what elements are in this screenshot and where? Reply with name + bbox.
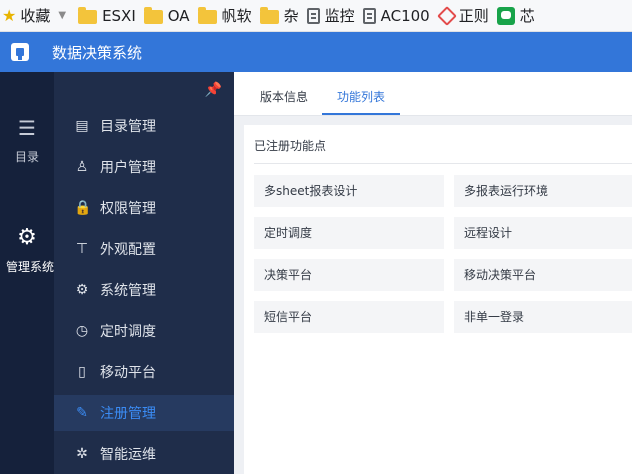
sidebar-item-users[interactable]: ♙ 用户管理 <box>54 149 234 185</box>
sidebar-item-ops[interactable]: ✲ 智能运维 <box>54 436 234 472</box>
sidebar-item-schedule[interactable]: ◷ 定时调度 <box>54 313 234 349</box>
settings-icon: ⚙ <box>75 282 89 298</box>
sidebar-item-permissions[interactable]: 🔒 权限管理 <box>54 190 234 226</box>
feature-item: 短信平台 <box>254 301 444 333</box>
sidebar-item-mobile[interactable]: ▯ 移动平台 <box>54 354 234 390</box>
tab-version-info[interactable]: 版本信息 <box>260 88 308 105</box>
list-icon: ☰ <box>18 116 36 140</box>
page-icon <box>306 7 320 24</box>
bookmark-label: 帆软 <box>221 7 252 25</box>
feature-item: 决策平台 <box>254 259 444 291</box>
page-icon <box>362 7 376 24</box>
feature-item: 多报表运行环境 <box>454 175 632 207</box>
bookmark-misc[interactable]: 杂 <box>259 0 307 31</box>
regex-icon <box>436 5 457 26</box>
bookmark-label: 芯 <box>519 7 535 25</box>
app-title: 数据决策系统 <box>52 43 143 62</box>
bookmark-label: ESXI <box>102 6 136 25</box>
panel-title: 已注册功能点 <box>254 139 327 153</box>
sidebar-item-label: 用户管理 <box>100 160 156 176</box>
app-logo-icon[interactable] <box>10 42 30 62</box>
bookmark-regex[interactable]: 正则 <box>436 0 497 31</box>
nav-rail: ☰ 目录 ⚙ 管理系统 <box>0 72 54 474</box>
sidebar-item-catalog[interactable]: ▤ 目录管理 <box>54 108 234 144</box>
feature-item: 移动决策平台 <box>454 259 632 291</box>
sidebar-item-label: 移动平台 <box>100 365 156 381</box>
feature-item: 多sheet报表设计 <box>254 175 444 207</box>
active-tab-indicator <box>322 113 400 115</box>
bookmark-label: AC100 <box>380 6 430 25</box>
divider <box>254 163 632 164</box>
sidebar-item-label: 外观配置 <box>100 242 156 258</box>
star-icon[interactable]: ★ <box>2 6 16 25</box>
catalog-icon: ▤ <box>75 118 89 134</box>
rail-item-catalog[interactable]: ☰ 目录 <box>0 118 54 165</box>
bookmark-label: 正则 <box>458 7 489 25</box>
lock-icon: 🔒 <box>74 200 92 216</box>
main-content: 版本信息 功能列表 已注册功能点 多sheet报表设计 多报表运行环境 定时调度… <box>234 72 632 474</box>
bookmark-favorites[interactable]: 收藏 <box>20 5 50 26</box>
chevron-down-icon[interactable]: ▼ <box>58 10 66 21</box>
feature-item: 定时调度 <box>254 217 444 249</box>
mobile-icon: ▯ <box>78 364 86 380</box>
bookmark-label: 杂 <box>283 7 299 25</box>
tab-bar: 版本信息 功能列表 <box>234 72 632 116</box>
rail-item-label: 管理系统 <box>5 260 54 274</box>
folder-icon <box>143 6 163 24</box>
sidebar-item-system[interactable]: ⚙ 系统管理 <box>54 272 234 308</box>
bookmark-label: OA <box>167 6 190 25</box>
sidebar-item-appearance[interactable]: ⊤ 外观配置 <box>54 231 234 267</box>
rail-item-label: 目录 <box>14 150 39 164</box>
sidebar-item-label: 智能运维 <box>100 447 156 463</box>
pin-icon[interactable]: 📌 <box>205 82 222 98</box>
paint-roller-icon: ⊤ <box>75 241 89 257</box>
sidebar-menu: 📌 ▤ 目录管理 ♙ 用户管理 🔒 权限管理 ⊤ 外观配置 ⚙ 系统管理 ◷ 定… <box>54 72 234 474</box>
bookmark-ac100[interactable]: AC100 <box>362 0 438 31</box>
rail-item-management[interactable]: ⚙ 管理系统 <box>0 225 54 275</box>
sidebar-item-register[interactable]: ✎ 注册管理 <box>54 395 234 431</box>
sidebar-item-label: 系统管理 <box>100 283 156 299</box>
bookmark-label: 监控 <box>324 7 355 25</box>
sidebar-item-label: 定时调度 <box>100 324 156 340</box>
tab-feature-list[interactable]: 功能列表 <box>337 88 385 105</box>
folder-icon <box>78 6 98 24</box>
network-icon: ✲ <box>76 446 88 462</box>
bookmark-oa[interactable]: OA <box>143 0 198 31</box>
app-header: 数据决策系统 <box>0 32 632 72</box>
sidebar-item-label: 目录管理 <box>100 119 156 135</box>
feature-panel: 已注册功能点 多sheet报表设计 多报表运行环境 定时调度 远程设计 决策平台… <box>244 125 632 474</box>
timer-icon: ◷ <box>75 323 89 339</box>
sidebar-item-label: 权限管理 <box>100 201 156 217</box>
feature-item: 远程设计 <box>454 217 632 249</box>
green-app-icon <box>496 6 515 25</box>
user-icon: ♙ <box>75 159 89 175</box>
register-icon: ✎ <box>76 405 88 421</box>
bookmark-green-app[interactable]: 芯 <box>496 0 543 31</box>
bookmark-esxi[interactable]: ESXI <box>78 0 144 31</box>
bookmark-fanruan[interactable]: 帆软 <box>197 0 260 31</box>
bookmarks-bar: ★ 收藏 ▼ ESXI OA 帆软 杂 监控 AC100 正则 芯 <box>0 0 632 32</box>
folder-icon <box>197 6 217 24</box>
bookmark-monitor[interactable]: 监控 <box>306 0 363 31</box>
feature-item: 非单一登录 <box>454 301 632 333</box>
sidebar-item-label: 注册管理 <box>100 406 156 422</box>
gear-icon: ⚙ <box>17 225 37 250</box>
folder-icon <box>259 6 279 24</box>
